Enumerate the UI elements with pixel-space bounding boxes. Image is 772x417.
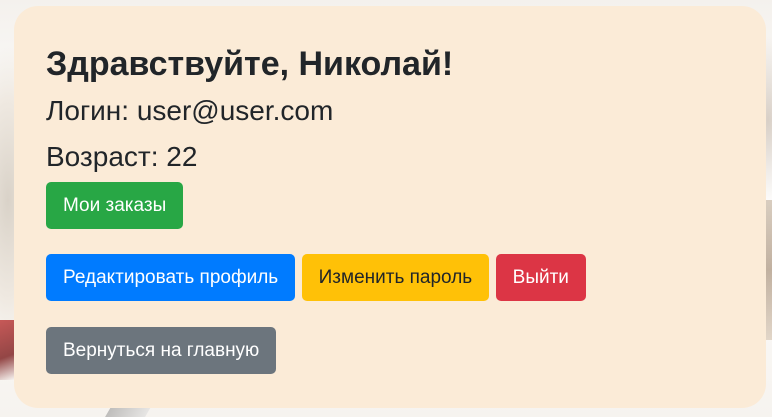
- back-row: Вернуться на главную: [46, 327, 734, 374]
- back-home-button[interactable]: Вернуться на главную: [46, 327, 277, 374]
- my-orders-button[interactable]: Мои заказы: [46, 182, 184, 229]
- edit-profile-button[interactable]: Редактировать профиль: [46, 254, 296, 301]
- login-text: Логин: user@user.com: [46, 95, 334, 126]
- logout-button[interactable]: Выйти: [495, 254, 586, 301]
- profile-card: Здравствуйте, Николай! Логин: user@user.…: [14, 6, 766, 408]
- change-password-button[interactable]: Изменить пароль: [301, 254, 490, 301]
- greeting-heading: Здравствуйте, Николай!: [46, 45, 454, 83]
- age-text: Возраст: 22: [46, 141, 198, 172]
- orders-row: Мои заказы: [46, 182, 734, 229]
- book-decoration-left: [0, 320, 14, 380]
- profile-actions-row: Редактировать профиль Изменить пароль Вы…: [46, 254, 734, 301]
